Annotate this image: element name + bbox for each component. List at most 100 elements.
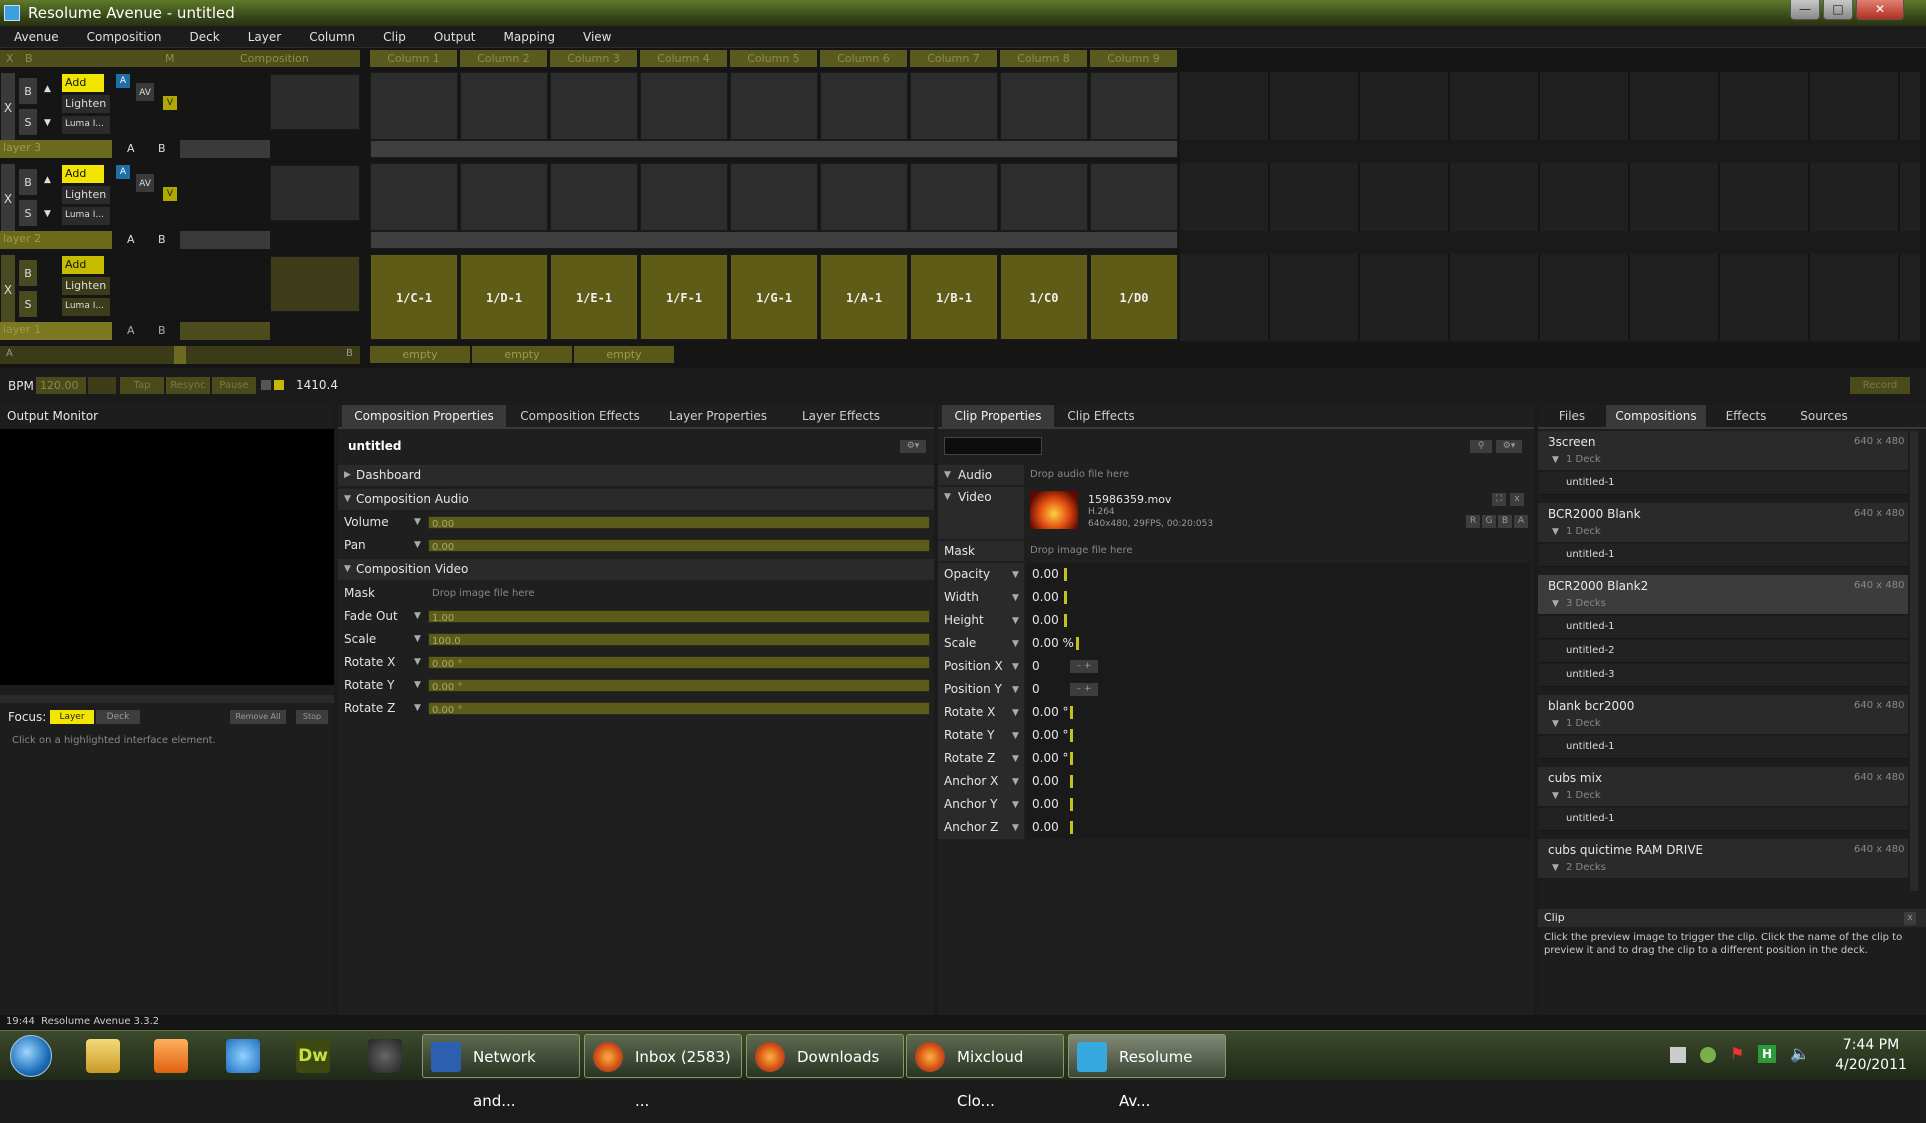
clip-names-bar[interactable]: [370, 140, 1178, 158]
bpm-arrows[interactable]: [88, 377, 116, 394]
layer-3-name[interactable]: layer 3: [0, 140, 112, 158]
record-button[interactable]: Record: [1850, 377, 1910, 394]
remove-all-button[interactable]: Remove All: [230, 710, 286, 724]
chevron-down-icon[interactable]: ▼: [1552, 719, 1559, 729]
transport-panel[interactable]: [270, 165, 360, 221]
tab-layer-effects[interactable]: Layer Effects: [786, 405, 896, 427]
rotate-x-slider[interactable]: 0.00 °: [428, 656, 930, 670]
blend-select[interactable]: Lighten: [62, 95, 110, 113]
task-mixcloud[interactable]: Mixcloud Clo...: [906, 1034, 1064, 1110]
tab-clip-properties[interactable]: Clip Properties: [942, 405, 1054, 427]
metronome-icon[interactable]: [261, 380, 271, 390]
stop-button[interactable]: Stop: [296, 710, 328, 724]
chevron-down-icon[interactable]: ▼: [1012, 685, 1019, 695]
list-item[interactable]: 3screen 640 x 480 ▼ 1 Deck: [1538, 431, 1908, 471]
down-arrow-icon[interactable]: ▼: [44, 118, 51, 128]
fullscreen-icon[interactable]: ⛶: [1492, 493, 1506, 506]
layer-solo-button[interactable]: S: [18, 199, 38, 227]
deck-item[interactable]: untitled-1: [1538, 616, 1908, 639]
deck-item[interactable]: untitled-2: [1538, 640, 1908, 663]
chevron-down-icon[interactable]: ▼: [1552, 599, 1559, 609]
down-arrow-icon[interactable]: ▼: [44, 209, 51, 219]
column-header-4[interactable]: Column 4: [640, 50, 727, 67]
clock-time[interactable]: 7:44 PM: [1826, 1037, 1916, 1053]
chevron-down-icon[interactable]: ▼: [1012, 708, 1019, 718]
chevron-down-icon[interactable]: ▼: [414, 680, 421, 690]
blend-mode-select[interactable]: Add: [62, 74, 104, 92]
clip-1-d0[interactable]: 1/D0: [1090, 254, 1178, 340]
channel-a-button[interactable]: A: [1514, 515, 1528, 528]
layer-a-button[interactable]: A: [116, 74, 130, 88]
chevron-down-icon[interactable]: ▼: [1012, 731, 1019, 741]
clip-slot[interactable]: [550, 72, 638, 140]
header-b[interactable]: B: [25, 50, 33, 67]
task-resolume[interactable]: Resolume Av...: [1068, 1034, 1226, 1110]
deck-item[interactable]: untitled-1: [1538, 808, 1908, 831]
clip-slot[interactable]: [820, 163, 908, 231]
deck-slot-3[interactable]: empty: [574, 346, 674, 363]
minimize-icon[interactable]: —: [1790, 0, 1820, 20]
focus-deck-button[interactable]: Deck: [96, 710, 140, 724]
close-icon[interactable]: ✕: [1856, 0, 1904, 20]
mask-drop-zone[interactable]: Drop image file here: [432, 588, 535, 599]
chevron-down-icon[interactable]: ▼: [1012, 616, 1019, 626]
layer-opacity-slider[interactable]: [180, 140, 270, 158]
column-header-6[interactable]: Column 6: [820, 50, 907, 67]
position-x-stepper[interactable]: – +: [1070, 660, 1098, 673]
clip-slot[interactable]: [910, 72, 998, 140]
up-arrow-icon[interactable]: ▲: [44, 84, 51, 94]
crossfader[interactable]: A B: [0, 346, 360, 364]
tray-flag-icon[interactable]: ⚑: [1730, 1045, 1746, 1063]
deck-item[interactable]: untitled-3: [1538, 664, 1908, 687]
luma-select[interactable]: Luma I...: [62, 116, 110, 134]
media-player-icon[interactable]: [154, 1039, 188, 1073]
clip-slot[interactable]: [370, 163, 458, 231]
tab-compositions[interactable]: Compositions: [1606, 405, 1706, 427]
rotate-y-field[interactable]: 0.00 °: [1026, 724, 1530, 747]
menu-view[interactable]: View: [569, 26, 625, 48]
deck-item[interactable]: untitled-1: [1538, 472, 1908, 495]
close-icon[interactable]: x: [1510, 493, 1524, 506]
layer-solo-button[interactable]: S: [18, 108, 38, 136]
clip-slot[interactable]: [730, 163, 818, 231]
clip-slot[interactable]: [370, 72, 458, 140]
internet-explorer-icon[interactable]: [226, 1039, 260, 1073]
clock-date[interactable]: 4/20/2011: [1826, 1057, 1916, 1073]
start-button-icon[interactable]: [10, 1035, 52, 1077]
tab-sources[interactable]: Sources: [1786, 405, 1862, 427]
tab-clip-effects[interactable]: Clip Effects: [1058, 405, 1144, 427]
layer-b-label[interactable]: B: [158, 324, 166, 337]
rotate-x-field[interactable]: 0.00 °: [1026, 701, 1530, 724]
column-header-3[interactable]: Column 3: [550, 50, 637, 67]
av-button[interactable]: AV: [135, 82, 155, 102]
list-item[interactable]: blank bcr2000 640 x 480 ▼ 1 Deck: [1538, 695, 1908, 735]
menu-mapping[interactable]: Mapping: [490, 26, 570, 48]
composition-name[interactable]: untitled: [348, 439, 402, 453]
clip-slot[interactable]: [730, 72, 818, 140]
chevron-down-icon[interactable]: ▼: [414, 517, 421, 527]
crossfader-handle[interactable]: [174, 346, 186, 364]
position-y-stepper[interactable]: – +: [1070, 683, 1098, 696]
column-header-2[interactable]: Column 2: [460, 50, 547, 67]
chevron-down-icon[interactable]: ▼: [1552, 863, 1559, 873]
clip-1-b-1[interactable]: 1/B-1: [910, 254, 998, 340]
chevron-down-icon[interactable]: ▼: [1552, 527, 1559, 537]
layer-a-label[interactable]: A: [127, 324, 135, 337]
opacity-field[interactable]: 0.00: [1026, 563, 1530, 586]
column-header-7[interactable]: Column 7: [910, 50, 997, 67]
chevron-down-icon[interactable]: ▼: [1552, 791, 1559, 801]
blend-mode-select[interactable]: Add: [62, 256, 104, 274]
deck-slot-2[interactable]: empty: [472, 346, 572, 363]
channel-b-button[interactable]: B: [1498, 515, 1512, 528]
gear-icon[interactable]: ⚙▾: [900, 440, 926, 453]
position-y-field[interactable]: 0 – +: [1026, 678, 1530, 701]
rotate-z-slider[interactable]: 0.00 °: [428, 702, 930, 716]
clip-slot[interactable]: [1000, 163, 1088, 231]
clip-slot[interactable]: [640, 72, 728, 140]
audio-drop-zone[interactable]: Drop audio file here: [1030, 469, 1129, 480]
mask-drop-zone[interactable]: Drop image file here: [1030, 545, 1133, 556]
tray-display-icon[interactable]: [1670, 1047, 1686, 1063]
chevron-down-icon[interactable]: ▼: [1012, 823, 1019, 833]
tab-composition-effects[interactable]: Composition Effects: [510, 405, 650, 427]
tab-effects[interactable]: Effects: [1710, 405, 1782, 427]
